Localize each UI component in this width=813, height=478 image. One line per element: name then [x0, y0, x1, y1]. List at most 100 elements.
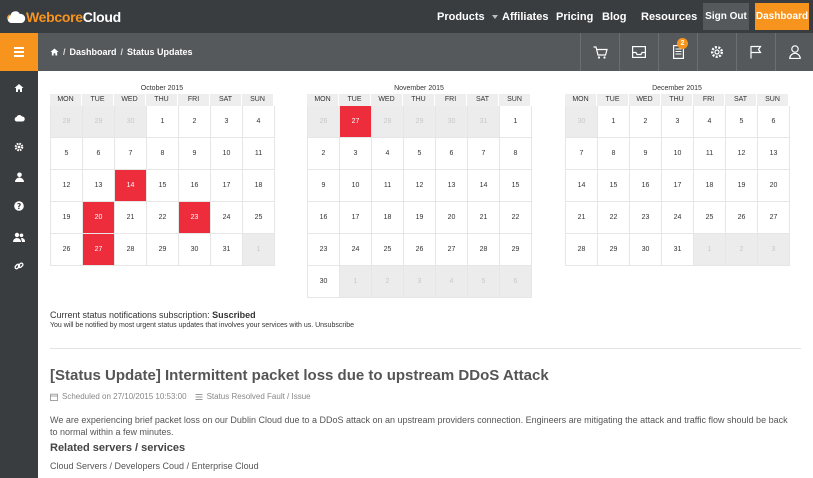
calendar-day[interactable]: 20	[758, 170, 790, 202]
calendar-day[interactable]: 6	[436, 138, 468, 170]
calendar-day[interactable]: 5	[468, 266, 500, 298]
calendar-day-incident[interactable]: 20	[83, 202, 115, 234]
calendar-day[interactable]: 24	[662, 202, 694, 234]
calendar-day[interactable]: 3	[211, 106, 243, 138]
calendar-day[interactable]: 1	[500, 106, 532, 138]
cloud-icon[interactable]	[0, 109, 38, 127]
calendar-day[interactable]: 7	[115, 138, 147, 170]
calendar-day[interactable]: 22	[500, 202, 532, 234]
calendar-day[interactable]: 25	[372, 234, 404, 266]
calendar-day[interactable]: 1	[147, 106, 179, 138]
calendar-day[interactable]: 18	[372, 202, 404, 234]
calendar-day[interactable]: 4	[243, 106, 275, 138]
calendar-day[interactable]: 6	[500, 266, 532, 298]
calendar-day[interactable]: 21	[566, 202, 598, 234]
calendar-day[interactable]: 12	[51, 170, 83, 202]
breadcrumb-dashboard[interactable]: Dashboard	[70, 47, 117, 57]
calendar-day[interactable]: 4	[372, 138, 404, 170]
calendar-day[interactable]: 10	[340, 170, 372, 202]
calendar-day[interactable]: 8	[147, 138, 179, 170]
calendar-day-incident[interactable]: 27	[340, 106, 372, 138]
calendar-day[interactable]: 8	[598, 138, 630, 170]
brand-logo[interactable]: WebcoreCloud	[6, 8, 121, 26]
calendar-day[interactable]: 15	[500, 170, 532, 202]
calendar-day[interactable]: 5	[51, 138, 83, 170]
settings-button[interactable]	[697, 33, 736, 71]
calendar-day[interactable]: 19	[726, 170, 758, 202]
calendar-day[interactable]: 2	[372, 266, 404, 298]
calendar-day[interactable]: 29	[500, 234, 532, 266]
calendar-day[interactable]: 1	[340, 266, 372, 298]
calendar-day[interactable]: 2	[630, 106, 662, 138]
calendar-day[interactable]: 10	[662, 138, 694, 170]
calendar-day[interactable]: 5	[726, 106, 758, 138]
calendar-day[interactable]: 18	[694, 170, 726, 202]
calendar-day[interactable]: 11	[694, 138, 726, 170]
calendar-day[interactable]: 12	[726, 138, 758, 170]
calendar-day[interactable]: 7	[566, 138, 598, 170]
calendar-day[interactable]: 10	[211, 138, 243, 170]
calendar-day[interactable]: 13	[758, 138, 790, 170]
calendar-day[interactable]: 11	[243, 138, 275, 170]
nav-resources[interactable]: Resources	[641, 0, 711, 33]
cart-button[interactable]	[580, 33, 619, 71]
home-icon[interactable]	[50, 48, 59, 56]
calendar-day[interactable]: 15	[598, 170, 630, 202]
unsubscribe-link[interactable]: Unsubscribe	[315, 322, 354, 329]
calendar-day[interactable]: 17	[211, 170, 243, 202]
calendar-day[interactable]: 22	[147, 202, 179, 234]
notifications-button[interactable]: 2	[658, 33, 697, 71]
calendar-day-incident[interactable]: 23	[179, 202, 211, 234]
calendar-day[interactable]: 6	[758, 106, 790, 138]
help-icon[interactable]: ?	[0, 197, 38, 215]
calendar-day[interactable]: 9	[308, 170, 340, 202]
dashboard-button[interactable]: Dashboard	[755, 3, 809, 30]
calendar-day-incident[interactable]: 27	[83, 234, 115, 266]
flag-button[interactable]	[736, 33, 775, 71]
calendar-day[interactable]: 30	[115, 106, 147, 138]
calendar-day[interactable]: 21	[468, 202, 500, 234]
calendar-day[interactable]: 13	[83, 170, 115, 202]
user-icon[interactable]	[0, 168, 38, 186]
calendar-day[interactable]: 4	[694, 106, 726, 138]
calendar-day[interactable]: 17	[340, 202, 372, 234]
calendar-day[interactable]: 12	[404, 170, 436, 202]
link-icon[interactable]	[0, 257, 38, 275]
calendar-day[interactable]: 1	[694, 234, 726, 266]
calendar-day[interactable]: 7	[468, 138, 500, 170]
nav-pricing[interactable]: Pricing	[556, 0, 593, 33]
calendar-day[interactable]: 24	[340, 234, 372, 266]
calendar-day-incident[interactable]: 14	[115, 170, 147, 202]
sign-out-button[interactable]: Sign Out	[703, 3, 749, 30]
calendar-day[interactable]: 25	[243, 202, 275, 234]
calendar-day[interactable]: 16	[308, 202, 340, 234]
calendar-day[interactable]: 2	[179, 106, 211, 138]
users-icon[interactable]	[0, 228, 38, 246]
calendar-day[interactable]: 30	[566, 106, 598, 138]
calendar-day[interactable]: 6	[83, 138, 115, 170]
calendar-day[interactable]: 29	[147, 234, 179, 266]
hamburger-menu-icon[interactable]	[0, 33, 38, 71]
calendar-day[interactable]: 16	[179, 170, 211, 202]
calendar-day[interactable]: 20	[436, 202, 468, 234]
calendar-day[interactable]: 14	[566, 170, 598, 202]
calendar-day[interactable]: 1	[243, 234, 275, 266]
calendar-day[interactable]: 27	[758, 202, 790, 234]
calendar-day[interactable]: 28	[372, 106, 404, 138]
inbox-button[interactable]	[619, 33, 658, 71]
calendar-day[interactable]: 15	[147, 170, 179, 202]
nav-affiliates[interactable]: Affiliates	[502, 0, 548, 33]
nav-products[interactable]: Products	[437, 0, 498, 33]
calendar-day[interactable]: 18	[243, 170, 275, 202]
calendar-day[interactable]: 2	[726, 234, 758, 266]
nav-blog[interactable]: Blog	[602, 0, 626, 33]
calendar-day[interactable]: 1	[598, 106, 630, 138]
calendar-day[interactable]: 3	[758, 234, 790, 266]
calendar-day[interactable]: 31	[468, 106, 500, 138]
calendar-day[interactable]: 29	[598, 234, 630, 266]
calendar-day[interactable]: 26	[404, 234, 436, 266]
calendar-day[interactable]: 21	[115, 202, 147, 234]
calendar-day[interactable]: 16	[630, 170, 662, 202]
calendar-day[interactable]: 28	[468, 234, 500, 266]
calendar-day[interactable]: 30	[630, 234, 662, 266]
